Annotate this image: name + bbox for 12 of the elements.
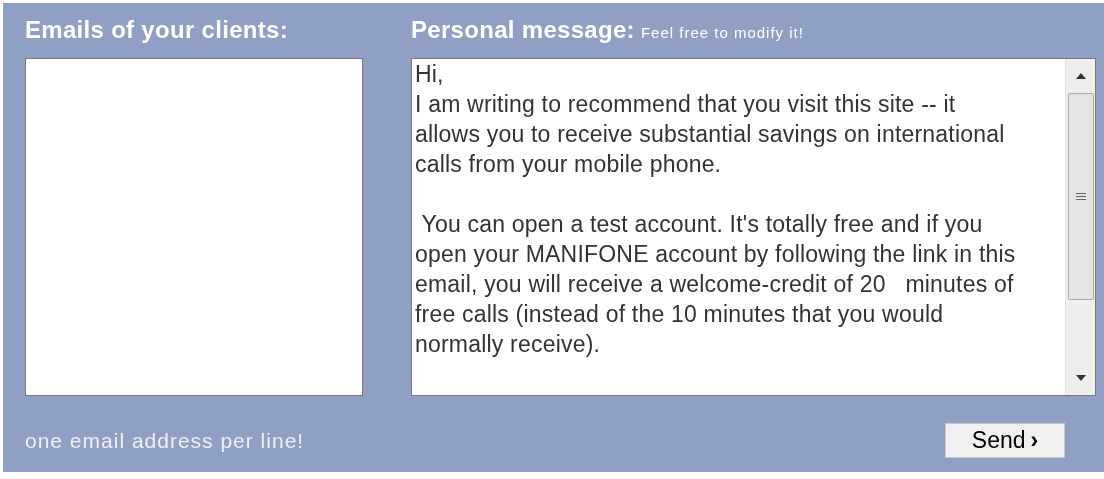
emails-field[interactable] (25, 58, 363, 396)
hint-text: one email address per line! (25, 427, 305, 454)
message-field[interactable]: Hi, I am writing to recommend that you visit this site -- it allows you to receive substantial savings on international calls from your mobile phone. You can open a test account. It's totally free and if you open your MANIFONE account by following the link in this email, you will receive a welcome-credit of 20 minutes of free calls (instead of the 10 minutes that you would normally receive). (411, 58, 1096, 396)
scroll-thumb[interactable] (1067, 93, 1094, 300)
section-heading: Personal message: (411, 15, 635, 45)
section-note: Feel free to modify it! (640, 23, 804, 43)
section-heading: Emails of your clients: (25, 15, 289, 45)
scroll-up-icon[interactable] (1075, 73, 1086, 79)
grip-icon (1075, 193, 1086, 200)
scrollbar[interactable] (1065, 59, 1095, 395)
send-button[interactable]: Send › (945, 423, 1065, 458)
scroll-down-icon[interactable] (1075, 375, 1086, 381)
